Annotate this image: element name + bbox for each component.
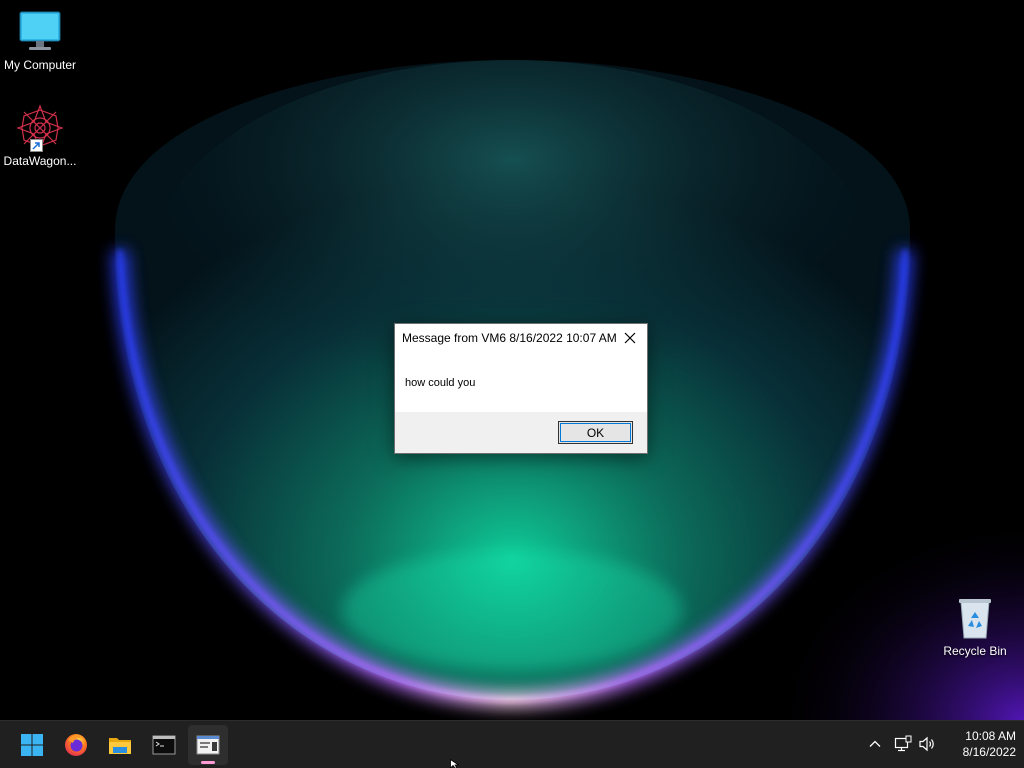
taskbar-file-explorer-button[interactable]	[100, 725, 140, 765]
tray-network-button[interactable]	[892, 733, 914, 755]
close-icon	[624, 332, 636, 344]
datawagon-icon	[16, 104, 64, 152]
close-button[interactable]	[617, 326, 643, 350]
ok-button[interactable]: OK	[558, 421, 633, 444]
active-app-indicator	[201, 761, 215, 764]
network-icon	[894, 735, 912, 752]
taskbar: 10:08 AM 8/16/2022	[0, 720, 1024, 768]
tray-volume-button[interactable]	[916, 733, 938, 755]
folder-icon	[109, 738, 131, 754]
terminal-icon	[152, 735, 176, 755]
taskbar-message-window-button[interactable]	[188, 725, 228, 765]
volume-icon	[919, 736, 934, 752]
recycle-bin-icon	[951, 594, 999, 642]
clock-date: 8/16/2022	[962, 745, 1016, 759]
taskbar-terminal-button[interactable]	[144, 725, 184, 765]
dialog-titlebar[interactable]: Message from VM6 8/16/2022 10:07 AM	[395, 324, 647, 353]
dialog-title: Message from VM6 8/16/2022 10:07 AM	[402, 331, 617, 345]
desktop-icon-my-computer[interactable]: My Computer	[0, 8, 80, 72]
taskbar-firefox-button[interactable]	[56, 725, 96, 765]
desktop-icon-label: My Computer	[3, 58, 77, 72]
message-dialog: Message from VM6 8/16/2022 10:07 AM how …	[394, 323, 648, 454]
mouse-cursor-icon	[450, 759, 460, 768]
shortcut-arrow-icon	[30, 139, 43, 152]
monitor-icon	[16, 8, 64, 56]
start-button[interactable]	[12, 725, 52, 765]
clock-time: 10:08 AM	[965, 729, 1016, 743]
tray-clock[interactable]: 10:08 AM 8/16/2022	[940, 728, 1016, 760]
app-window-icon	[196, 735, 220, 755]
desktop: My Computer DataWagon... Recycle Bin Mes…	[0, 0, 1024, 720]
desktop-icon-recycle-bin[interactable]: Recycle Bin	[935, 594, 1015, 658]
desktop-icon-datawagon[interactable]: DataWagon...	[0, 104, 80, 168]
desktop-icon-label: Recycle Bin	[943, 644, 1007, 658]
firefox-icon	[65, 734, 87, 756]
windows-start-icon	[21, 734, 43, 756]
desktop-icon-label: DataWagon...	[3, 154, 77, 168]
tray-show-hidden-button[interactable]	[864, 733, 886, 755]
dialog-message: how could you	[405, 377, 476, 389]
chevron-up-icon	[869, 740, 881, 747]
dialog-footer: OK	[395, 412, 647, 453]
